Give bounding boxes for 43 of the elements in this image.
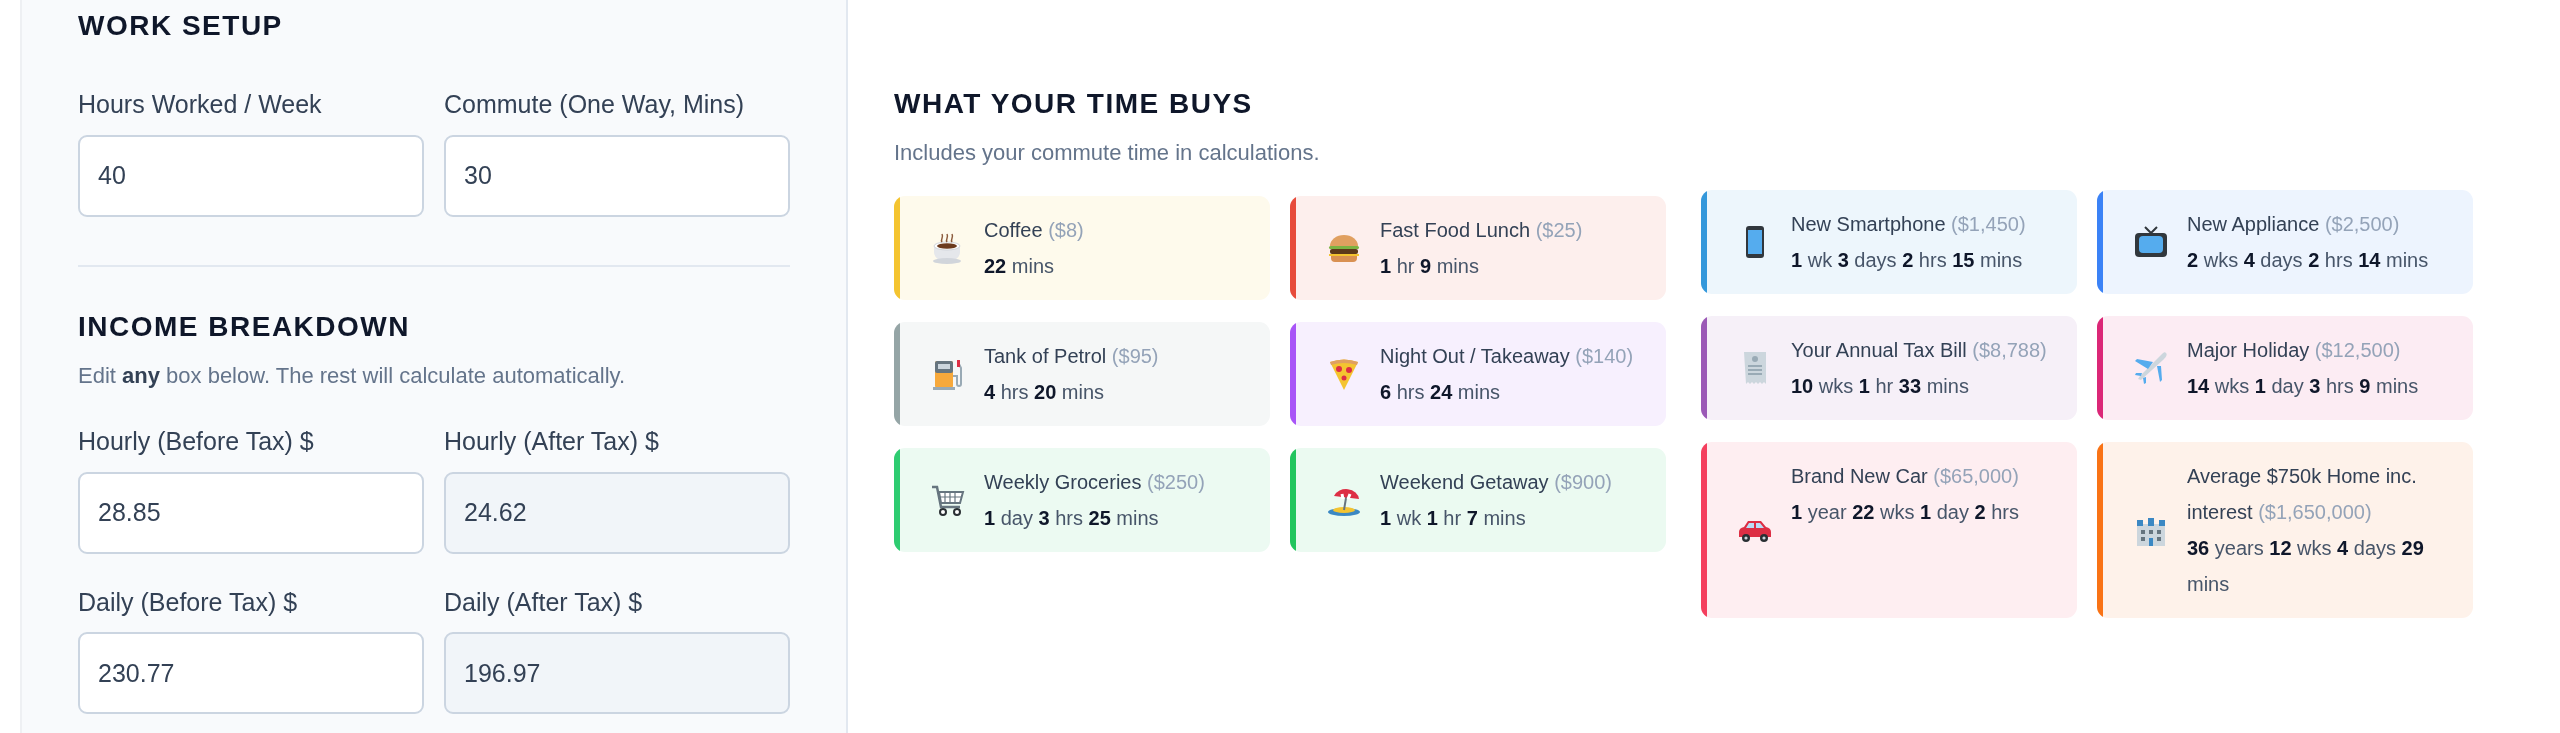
- time-cost: 1 year 22 wks 1 day 2 hrs: [1791, 500, 2019, 525]
- input-field[interactable]: 196.97: [444, 632, 790, 715]
- time-cost: 2 wks 4 days 2 hrs 14 mins: [2187, 248, 2429, 273]
- field-label: Daily (Before Tax) $: [78, 586, 299, 618]
- time-cost: 1 wk 1 hr 7 mins: [1380, 506, 1527, 531]
- item-title: Major Holiday ($12,500): [2187, 338, 2402, 363]
- time-cost: 22 mins: [984, 254, 1056, 279]
- item-title: Weekend Getaway ($900): [1380, 470, 1612, 495]
- time-cost: 14 wks 1 day 3 hrs 9 mins: [2187, 374, 2419, 399]
- time-cost: 36 years 12 wks 4 days 29 mins: [2187, 536, 2425, 597]
- item-title: Your Annual Tax Bill ($8,788): [1791, 338, 2047, 363]
- time-cost: 1 hr 9 mins: [1380, 254, 1480, 279]
- item-title: New Smartphone ($1,450): [1791, 212, 2026, 237]
- time-cost: 1 wk 3 days 2 hrs 15 mins: [1791, 248, 2024, 273]
- field-label: Hourly (After Tax) $: [444, 426, 660, 458]
- input-field[interactable]: 24.62: [444, 471, 790, 554]
- input-field[interactable]: 230.77: [78, 632, 424, 715]
- subtitle: Includes your commute time in calculations.: [894, 140, 1321, 166]
- item-title: Average $750k Home inc. interest ($1,650,000): [2187, 464, 2418, 525]
- field-label: Hourly (Before Tax) $: [78, 426, 315, 458]
- helper-text: Edit any box below. The rest will calculate automatically.: [78, 361, 627, 390]
- section-heading: WORK SETUP: [78, 10, 284, 42]
- item-title: New Appliance ($2,500): [2187, 212, 2401, 237]
- item-title: Night Out / Takeaway ($140): [1380, 344, 1634, 369]
- field-label: Hours Worked / Week: [78, 89, 323, 120]
- tv-icon: [2133, 224, 2169, 260]
- item-title: Tank of Petrol ($95): [984, 344, 1159, 369]
- item-title: Weekly Groceries ($250): [984, 470, 1205, 495]
- item-title: Coffee ($8): [984, 218, 1084, 243]
- plane-icon: [2133, 350, 2169, 386]
- item-title: Fast Food Lunch ($25): [1380, 218, 1583, 243]
- item-title: Brand New Car ($65,000): [1791, 464, 2019, 489]
- field-label: Daily (After Tax) $: [444, 586, 644, 618]
- input-field[interactable]: 40: [78, 134, 424, 217]
- time-cost: 6 hrs 24 mins: [1380, 380, 1502, 405]
- time-cost: 4 hrs 20 mins: [984, 380, 1106, 405]
- input-field[interactable]: 30: [444, 134, 790, 217]
- section-heading: INCOME BREAKDOWN: [78, 310, 411, 343]
- time-cost: 1 day 3 hrs 25 mins: [984, 506, 1160, 531]
- input-field[interactable]: 28.85: [78, 471, 424, 554]
- section-heading: WHAT YOUR TIME BUYS: [894, 88, 1254, 120]
- field-label: Commute (One Way, Mins): [444, 89, 746, 120]
- time-cost: 10 wks 1 hr 33 mins: [1791, 374, 1970, 399]
